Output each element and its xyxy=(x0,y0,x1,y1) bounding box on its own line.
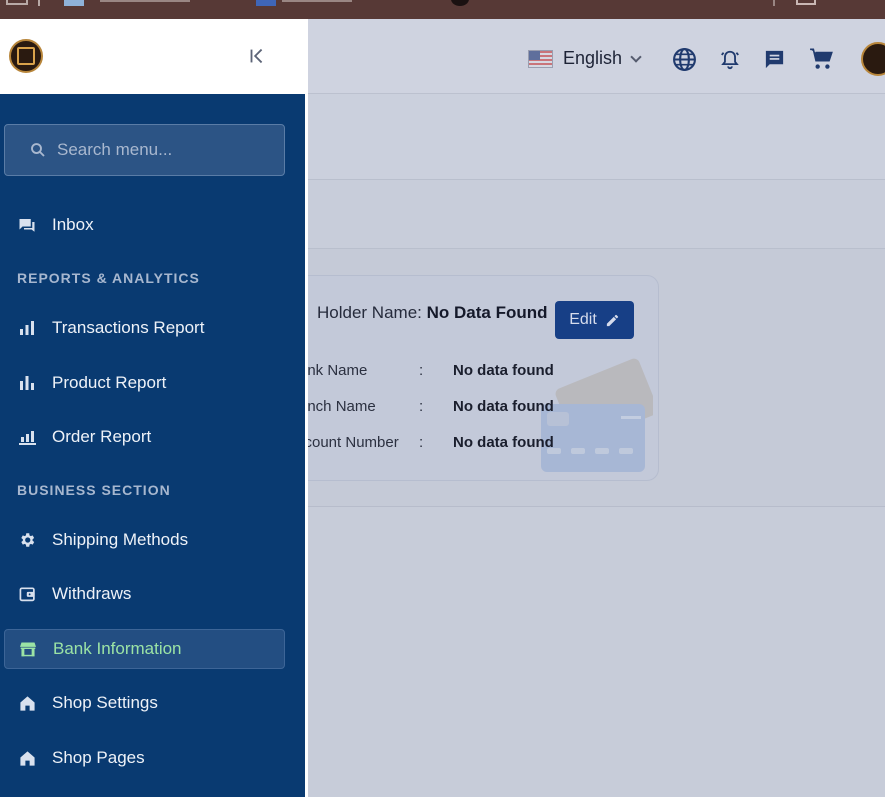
browser-divider xyxy=(773,0,775,6)
edit-button[interactable]: Edit xyxy=(555,301,634,339)
bar-chart-icon xyxy=(18,428,36,446)
sidebar-item-label: Order Report xyxy=(52,427,152,446)
sidebar-item-transactions-report[interactable]: Transactions Report xyxy=(4,308,285,348)
sidebar-scrollbar[interactable] xyxy=(305,94,308,797)
language-selector[interactable]: English xyxy=(528,48,642,69)
search-icon xyxy=(31,143,45,157)
sidebar-item-label: Bank Information xyxy=(53,639,182,658)
credit-card-illustration xyxy=(541,358,653,472)
sidebar-item-shop-pages[interactable]: Shop Pages xyxy=(4,738,285,778)
sidebar-item-label: Inbox xyxy=(52,215,94,234)
section-title-business: BUSINESS SECTION xyxy=(17,482,171,498)
separator: : xyxy=(419,434,424,451)
section-title-reports: REPORTS & ANALYTICS xyxy=(17,270,200,286)
separator: : xyxy=(419,398,424,415)
pencil-icon xyxy=(606,314,618,326)
chevron-down-icon xyxy=(630,50,642,63)
sidebar-item-bank-information[interactable]: Bank Information xyxy=(4,629,285,669)
bank-name-value: No data found xyxy=(453,362,554,379)
bank-info-card: Holder Name: No Data Found Edit ank Name… xyxy=(250,275,659,481)
sidebar-item-product-report[interactable]: Product Report xyxy=(4,363,285,403)
sidebar-item-label: Withdraws xyxy=(52,584,132,603)
search-input[interactable] xyxy=(57,140,277,160)
sidebar-item-inbox[interactable]: Inbox xyxy=(4,205,285,245)
sidebar-item-label: Transactions Report xyxy=(52,318,205,337)
separator: : xyxy=(419,362,424,379)
holder-name: Holder Name: No Data Found xyxy=(317,303,548,323)
sidebar-item-withdraws[interactable]: Withdraws xyxy=(4,574,285,614)
bell-icon[interactable] xyxy=(719,49,741,71)
sidebar-search xyxy=(4,124,285,176)
cart-icon[interactable] xyxy=(808,46,836,72)
sidebar: Inbox REPORTS & ANALYTICS Transactions R… xyxy=(0,19,308,797)
user-avatar[interactable] xyxy=(861,42,885,76)
holder-name-label: Holder Name: xyxy=(317,303,422,322)
browser-tab-title[interactable] xyxy=(100,0,190,2)
chat-icon[interactable] xyxy=(763,48,786,71)
globe-icon[interactable] xyxy=(672,47,697,72)
edit-button-label: Edit xyxy=(569,311,597,328)
branch-name-value: No data found xyxy=(453,398,554,415)
browser-tab-title[interactable] xyxy=(282,0,352,2)
sidebar-item-label: Shop Pages xyxy=(52,748,145,767)
sidebar-item-shipping-methods[interactable]: Shipping Methods xyxy=(4,520,285,560)
gear-icon xyxy=(18,531,36,549)
sidebar-item-label: Shop Settings xyxy=(52,693,158,712)
browser-window-icon[interactable] xyxy=(796,0,816,5)
holder-name-value: No Data Found xyxy=(426,303,548,322)
account-number-value: No data found xyxy=(453,434,554,451)
browser-tab-favicon[interactable] xyxy=(451,0,469,6)
branch-name-label: anch Name xyxy=(299,398,376,415)
bank-name-label: ank Name xyxy=(299,362,368,379)
bar-chart-icon xyxy=(18,374,36,392)
collapse-sidebar-icon[interactable] xyxy=(246,45,268,67)
us-flag-icon xyxy=(528,49,553,68)
bank-icon xyxy=(19,640,37,658)
sidebar-item-label: Product Report xyxy=(52,373,167,392)
browser-divider xyxy=(38,0,40,6)
home-icon xyxy=(18,694,36,712)
sidebar-item-label: Shipping Methods xyxy=(52,530,189,549)
account-number-label: ccount Number xyxy=(297,434,399,451)
browser-grid-icon[interactable] xyxy=(6,0,28,5)
wallet-icon xyxy=(18,585,36,603)
browser-tab-strip xyxy=(0,0,885,19)
bar-chart-icon xyxy=(18,319,36,337)
browser-tab-favicon[interactable] xyxy=(64,0,84,6)
home-icon xyxy=(18,749,36,767)
sidebar-item-shop-settings[interactable]: Shop Settings xyxy=(4,683,285,723)
language-label: English xyxy=(563,48,623,68)
sidebar-header xyxy=(0,19,308,94)
browser-tab-favicon[interactable] xyxy=(256,0,276,6)
brand-logo[interactable] xyxy=(9,39,43,73)
sidebar-item-order-report[interactable]: Order Report xyxy=(4,417,285,457)
inbox-icon xyxy=(18,216,36,234)
